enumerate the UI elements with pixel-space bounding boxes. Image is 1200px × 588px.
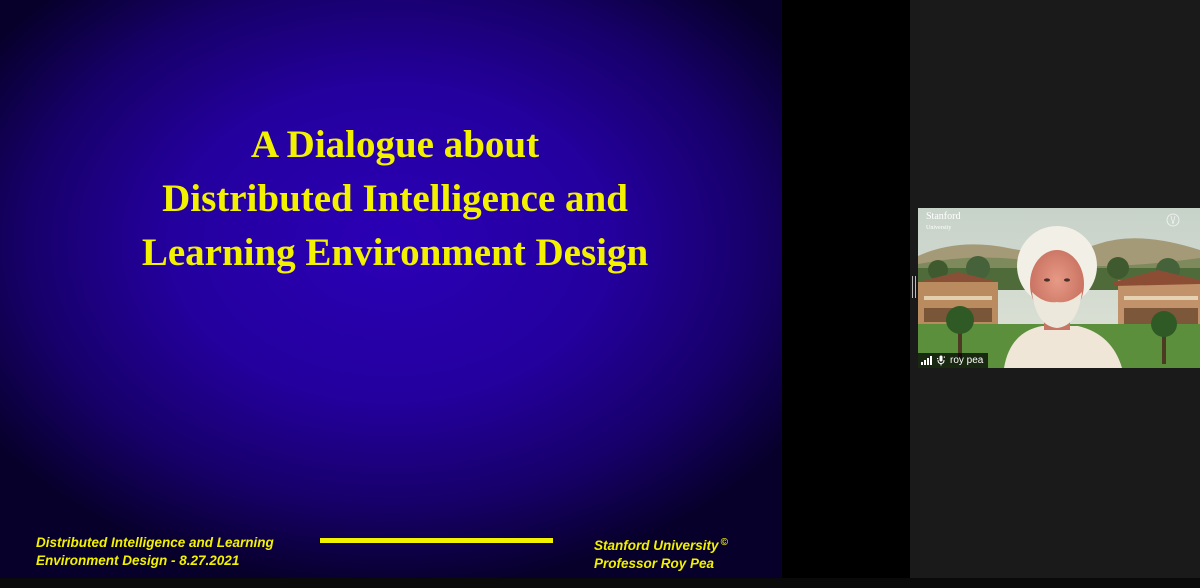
shared-screen-slide: A Dialogue about Distributed Intelligenc… [0, 0, 782, 578]
microphone-icon [937, 355, 945, 366]
panel-resize-handle[interactable] [912, 276, 916, 298]
slide-footer-right: Stanford University © Professor Roy Pea [594, 534, 728, 573]
slide-title-line-2: Distributed Intelligence and [162, 177, 628, 220]
video-meeting-window: A Dialogue about Distributed Intelligenc… [0, 0, 1200, 588]
slide-title-line-1: A Dialogue about [250, 123, 540, 166]
stanford-logo-main: Stanford [926, 211, 961, 222]
stanford-logo-sub: University [926, 225, 952, 231]
copyright-symbol: © [720, 537, 728, 548]
slide-title-line-3: Learning Environment Design [141, 231, 649, 274]
participant-name: roy pea [950, 354, 984, 366]
signal-strength-icon [921, 356, 932, 365]
participant-video-tile[interactable]: Stanford University roy pea [918, 208, 1200, 368]
footer-left-line-1: Distributed Intelligence and Learning [36, 535, 274, 550]
slide-title: A Dialogue about Distributed Intelligenc… [0, 118, 782, 280]
footer-right-line-1: Stanford University [594, 538, 719, 553]
bottom-strip [0, 578, 1200, 588]
participant-name-tag: roy pea [918, 353, 989, 368]
footer-right-line-2: Professor Roy Pea [594, 556, 715, 571]
footer-divider [320, 538, 553, 543]
stanford-logo: Stanford University [926, 212, 960, 233]
footer-left-line-2: Environment Design - 8.27.2021 [36, 553, 240, 568]
slide-footer-left: Distributed Intelligence and Learning En… [36, 534, 274, 570]
